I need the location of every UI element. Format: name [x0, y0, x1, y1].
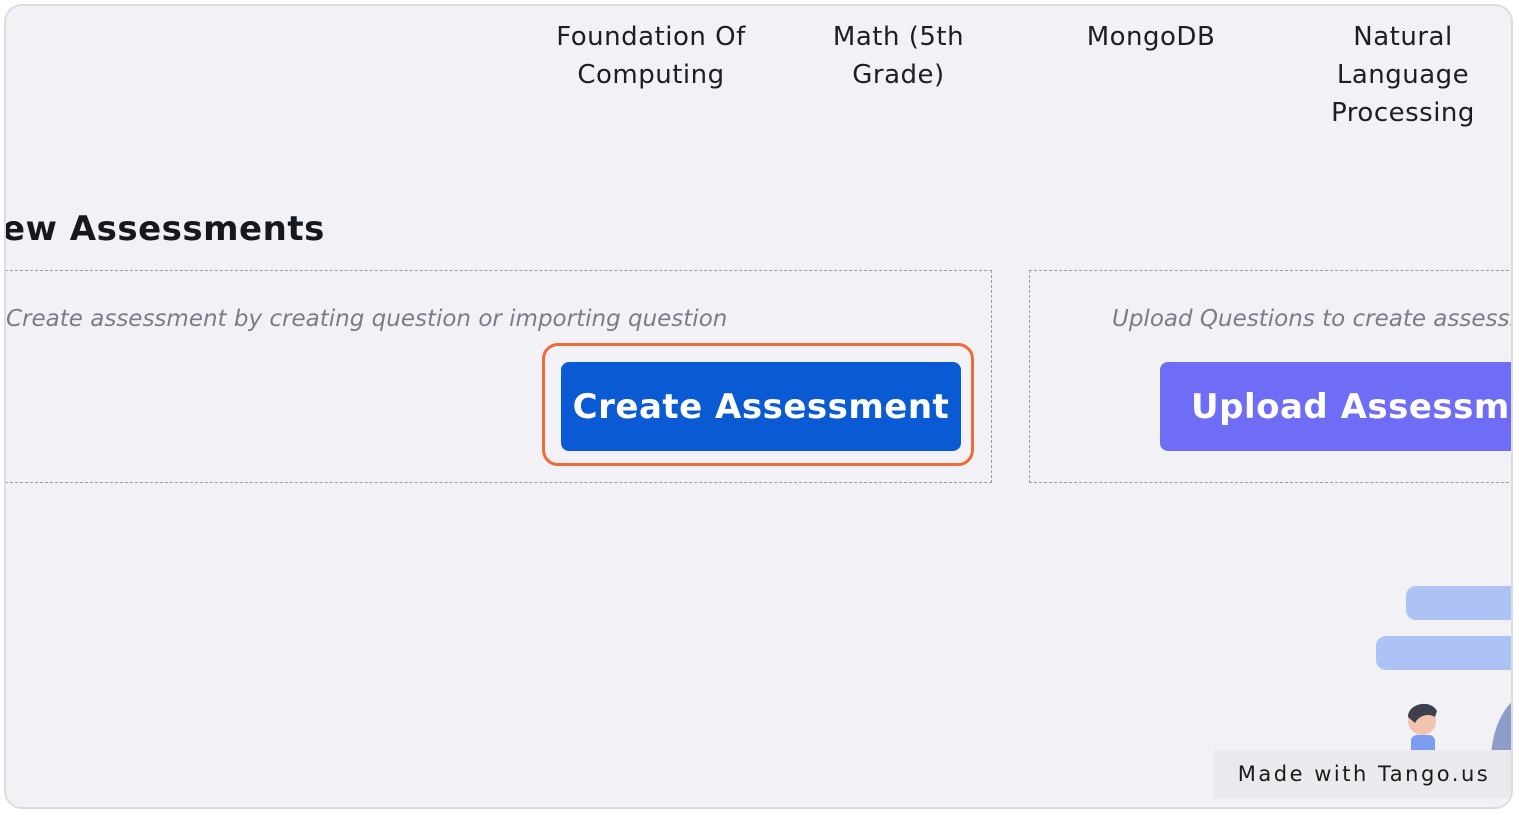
create-assessment-button[interactable]: Create Assessment — [561, 362, 961, 451]
upload-assessment-description: Upload Questions to create assessment — [1112, 306, 1511, 332]
topic-natural-language-processing[interactable]: Natural Language Processing — [1298, 18, 1508, 132]
tango-watermark: Made with Tango.us — [1213, 750, 1511, 798]
app-viewport: Foundation Of Computing Math (5th Grade)… — [4, 4, 1513, 809]
topic-mongodb[interactable]: MongoDB — [1061, 18, 1241, 56]
topic-math-5th-grade[interactable]: Math (5th Grade) — [806, 18, 991, 94]
topic-foundation-of-computing[interactable]: Foundation Of Computing — [526, 18, 776, 94]
upload-assessment-button[interactable]: Upload Assessment — [1160, 362, 1511, 451]
section-title-new-assessments: ew Assessments — [4, 209, 325, 249]
illustration-bar-middle — [1376, 636, 1511, 670]
illustration-bar-top — [1406, 586, 1511, 620]
create-assessment-description: Create assessment by creating question o… — [6, 306, 728, 332]
